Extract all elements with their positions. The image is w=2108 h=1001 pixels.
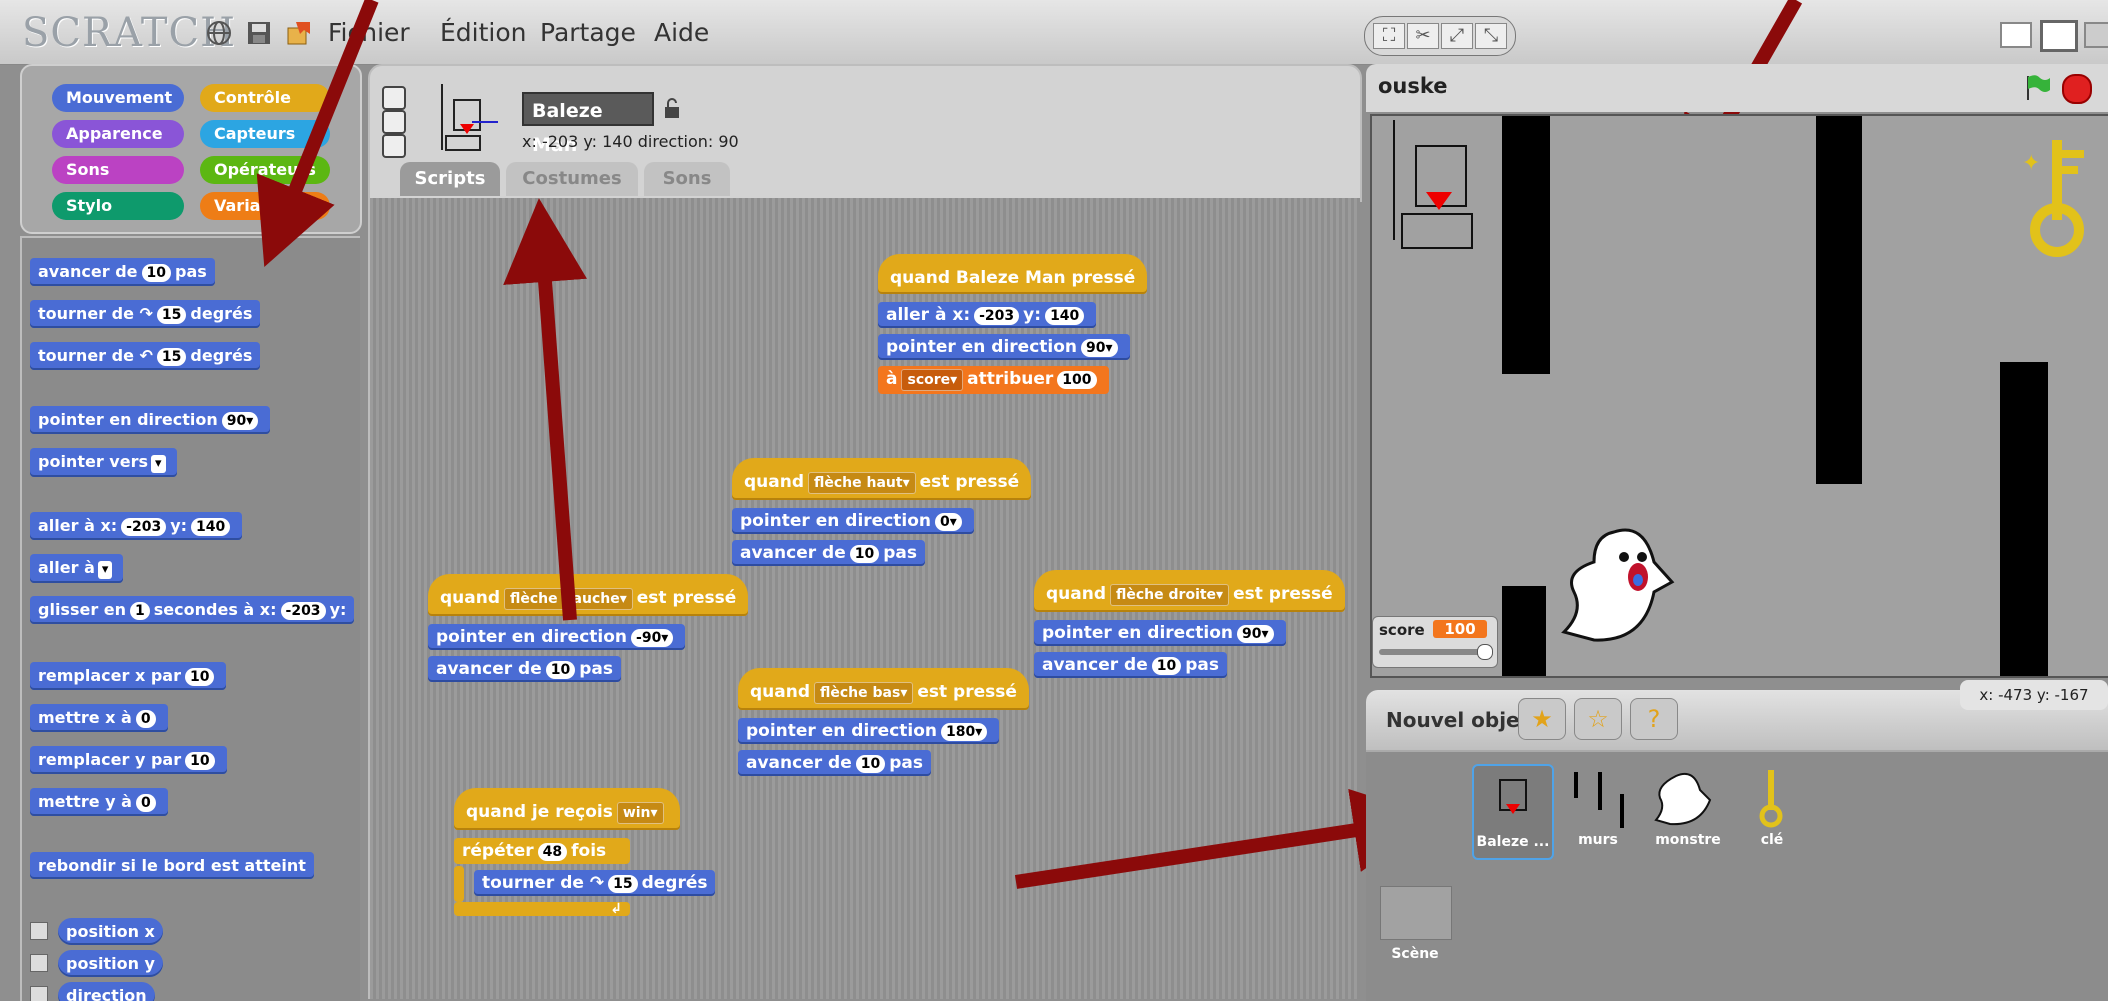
svg-text:✦: ✦ <box>2022 151 2040 176</box>
sprite-thumb-monster[interactable]: monstre <box>1646 764 1730 856</box>
sprite-thumb-walls[interactable]: murs <box>1562 764 1634 856</box>
wall <box>1502 116 1550 374</box>
score-slider[interactable] <box>1379 649 1487 655</box>
mouse-coordinates: x: -473 y: -167 <box>1960 680 2108 710</box>
score-slider-handle[interactable] <box>1477 644 1493 660</box>
wall <box>1502 586 1546 676</box>
wall <box>1816 116 1862 484</box>
sprite-thumb-baleze[interactable]: Baleze ... <box>1472 764 1554 860</box>
arrow-to-palette <box>256 0 379 267</box>
stage-label: Scène <box>1391 946 1439 962</box>
wall <box>2000 362 2048 676</box>
sprite-thumb-key[interactable]: clé <box>1740 764 1804 856</box>
sprite-name: clé <box>1760 832 1784 848</box>
sprite-name: monstre <box>1655 832 1721 848</box>
arrow-to-tabs <box>503 198 587 621</box>
sprite-name: murs <box>1578 832 1618 848</box>
stage-canvas[interactable]: ✦ <box>1370 114 2108 678</box>
project-title: ouske <box>1378 74 1448 98</box>
stage-header: ouske <box>1366 64 2108 112</box>
green-flag-icon[interactable] <box>2022 72 2052 102</box>
monster-sprite[interactable] <box>1554 522 1694 652</box>
random-sprite-icon[interactable]: ? <box>1630 698 1678 740</box>
choose-sprite-icon[interactable]: ☆ <box>1574 698 1622 740</box>
sprite-name: Baleze ... <box>1476 834 1550 850</box>
paint-sprite-icon[interactable]: ★ <box>1518 698 1566 740</box>
sprite-list: Baleze ... murs monstre clé Scène <box>1366 750 2108 1001</box>
score-monitor[interactable]: score 100 <box>1372 616 1498 668</box>
stage-thumbnail[interactable] <box>1380 886 1452 940</box>
player-sprite[interactable] <box>1376 116 1486 256</box>
stop-icon[interactable] <box>2062 74 2092 104</box>
key-sprite[interactable]: ✦ <box>2012 130 2102 260</box>
score-label: score <box>1379 621 1425 639</box>
arrow-to-sprites <box>1014 788 1438 889</box>
new-sprite-label: Nouvel objet <box>1386 708 1530 732</box>
score-value: 100 <box>1433 620 1487 638</box>
